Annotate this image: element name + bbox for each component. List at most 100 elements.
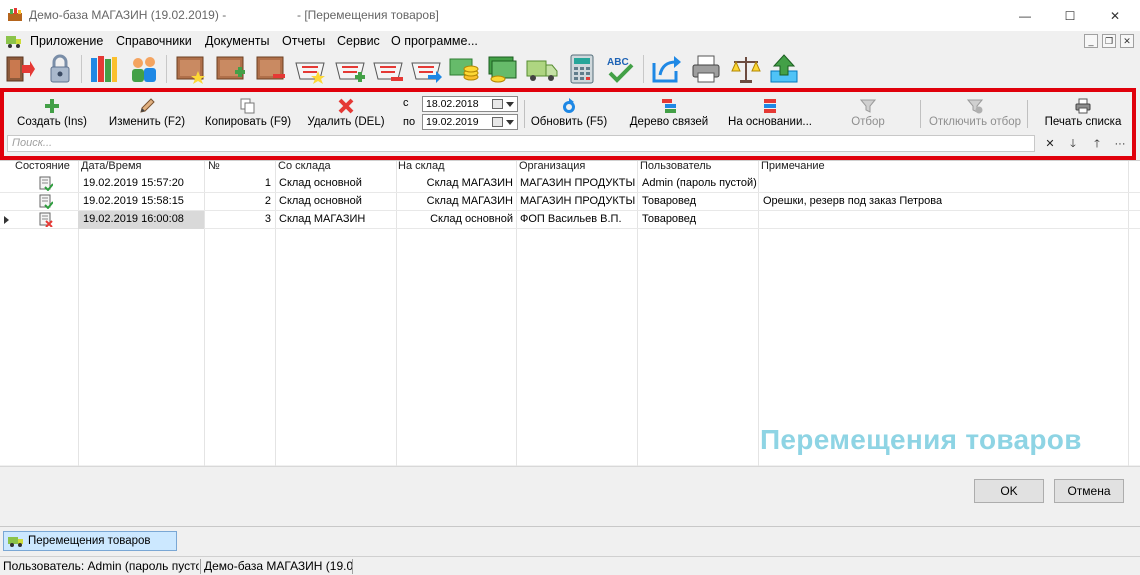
form-watermark-title: Перемещения товаров [760, 424, 1082, 455]
column-datetime[interactable]: Дата/Время [81, 161, 142, 173]
scales-icon[interactable] [730, 53, 762, 85]
spellcheck-icon[interactable]: ABC [604, 53, 636, 85]
print-list-button[interactable]: Печать списка [1038, 98, 1128, 132]
task-tab-goods-transfer[interactable]: Перемещения товаров [3, 531, 177, 551]
column-user[interactable]: Пользователь [640, 161, 711, 173]
chevron-down-icon[interactable] [506, 120, 514, 125]
status-divider [200, 559, 201, 574]
basket-add-icon[interactable] [334, 53, 366, 85]
delete-button[interactable]: Удалить (DEL) [306, 98, 386, 132]
search-more-button[interactable]: ··· [1112, 136, 1128, 152]
filter-button[interactable]: Отбор [840, 98, 896, 132]
column-note[interactable]: Примечание [761, 161, 825, 173]
books-icon[interactable] [88, 53, 120, 85]
calculator-icon[interactable] [566, 53, 598, 85]
search-clear-button[interactable]: ✕ [1042, 136, 1058, 152]
money-coins-icon[interactable] [448, 53, 480, 85]
search-prev-button[interactable]: 🡑 [1089, 136, 1105, 152]
search-input[interactable]: Поиск... [7, 135, 1035, 152]
based-on-label: На основании... [728, 116, 812, 128]
disable-filter-button[interactable]: Отключить отбор [924, 98, 1026, 132]
date-to-field[interactable]: 19.02.2019 [422, 114, 518, 130]
menu-directories[interactable]: Справочники [116, 34, 192, 48]
document-new-icon[interactable] [174, 53, 206, 85]
command-separator [1027, 100, 1028, 128]
ok-button[interactable]: OK [974, 479, 1044, 503]
status-user: Пользователь: Admin (пароль пусто [3, 559, 199, 573]
cell-user: Товаровед [642, 195, 697, 207]
menu-app[interactable]: Приложение [30, 34, 103, 48]
basket-move-icon[interactable] [410, 53, 442, 85]
menu-service[interactable]: Сервис [337, 34, 380, 48]
basket-new-icon[interactable] [294, 53, 326, 85]
filter-label: Отбор [851, 116, 885, 128]
table-row[interactable]: 19.02.2019 15:58:15 2 Склад основной Скл… [0, 193, 1140, 211]
create-button[interactable]: Создать (Ins) [14, 98, 90, 132]
cell-from: Склад МАГАЗИН [279, 213, 366, 225]
mdi-restore-button[interactable]: ❐ [1102, 34, 1116, 48]
task-tab-label: Перемещения товаров [28, 535, 151, 547]
document-add-icon[interactable] [214, 53, 246, 85]
cell-to: Склад МАГАЗИН [426, 177, 513, 189]
status-bar: Пользователь: Admin (пароль пусто Демо-б… [0, 556, 1140, 575]
document-posted-icon [39, 194, 53, 209]
money-bills-icon[interactable] [486, 53, 518, 85]
menu-documents[interactable]: Документы [205, 34, 269, 48]
calendar-icon[interactable] [492, 117, 503, 127]
based-on-button[interactable]: На основании... [724, 98, 816, 132]
menu-reports[interactable]: Отчеты [282, 34, 325, 48]
minimize-button[interactable]: — [1002, 0, 1048, 31]
search-next-button[interactable]: 🡓 [1065, 136, 1081, 152]
column-state[interactable]: Состояние [15, 161, 70, 173]
menu-about[interactable]: О программе... [391, 34, 478, 48]
printer-icon[interactable] [690, 53, 722, 85]
delivery-truck-icon[interactable] [526, 53, 558, 85]
chevron-down-icon[interactable] [506, 102, 514, 107]
app-basket-icon [8, 8, 22, 21]
document-remove-icon[interactable] [254, 53, 286, 85]
table-row[interactable]: 19.02.2019 15:57:20 1 Склад основной Скл… [0, 175, 1140, 193]
mdi-minimize-button[interactable]: _ [1084, 34, 1098, 48]
document-unposted-icon [39, 212, 53, 227]
column-organization[interactable]: Организация [519, 161, 585, 173]
relations-tree-label: Дерево связей [629, 116, 709, 128]
delete-label: Удалить (DEL) [307, 116, 385, 128]
delete-x-icon [338, 98, 354, 114]
close-button[interactable]: ✕ [1092, 0, 1138, 31]
date-from-label: с [403, 97, 409, 109]
table-row-current[interactable]: 19.02.2019 16:00:08 3 Склад МАГАЗИН Скла… [0, 211, 1140, 229]
disable-filter-label: Отключить отбор [928, 116, 1022, 128]
exit-icon[interactable] [4, 53, 36, 85]
edit-button[interactable]: Изменить (F2) [106, 98, 188, 132]
refresh-icon [563, 98, 575, 113]
cell-org: МАГАЗИН ПРОДУКТЫ [520, 177, 636, 189]
close-icon: ✕ [1109, 8, 1121, 23]
cell-to: Склад МАГАЗИН [426, 195, 513, 207]
date-from-value: 18.02.2018 [426, 98, 479, 110]
cell-from: Склад основной [279, 177, 362, 189]
cell-user: Admin (пароль пустой) [642, 177, 757, 189]
cancel-button[interactable]: Отмена [1054, 479, 1124, 503]
maximize-button[interactable]: ☐ [1047, 0, 1093, 31]
users-icon[interactable] [128, 53, 160, 85]
column-to-warehouse[interactable]: На склад [398, 161, 445, 173]
basket-remove-icon[interactable] [372, 53, 404, 85]
lock-icon[interactable] [44, 53, 76, 85]
cell-datetime: 19.02.2019 15:57:20 [83, 177, 184, 189]
minimize-icon: — [1019, 8, 1031, 23]
window-taskbar: Перемещения товаров [0, 526, 1140, 556]
cell-datetime: 19.02.2019 16:00:08 [83, 213, 184, 225]
upload-icon[interactable] [768, 53, 800, 85]
copy-button[interactable]: Копировать (F9) [202, 98, 294, 132]
calendar-icon[interactable] [492, 99, 503, 109]
printer-icon [1075, 98, 1091, 114]
mdi-close-button[interactable]: ✕ [1120, 34, 1134, 48]
pencil-icon [140, 98, 155, 113]
column-from-warehouse[interactable]: Со склада [278, 161, 331, 173]
truck-icon [8, 537, 23, 547]
relations-tree-button[interactable]: Дерево связей [628, 98, 710, 132]
column-number[interactable]: № [208, 161, 220, 173]
export-icon[interactable] [650, 53, 682, 85]
refresh-button[interactable]: Обновить (F5) [530, 98, 608, 132]
date-from-field[interactable]: 18.02.2018 [422, 96, 518, 112]
